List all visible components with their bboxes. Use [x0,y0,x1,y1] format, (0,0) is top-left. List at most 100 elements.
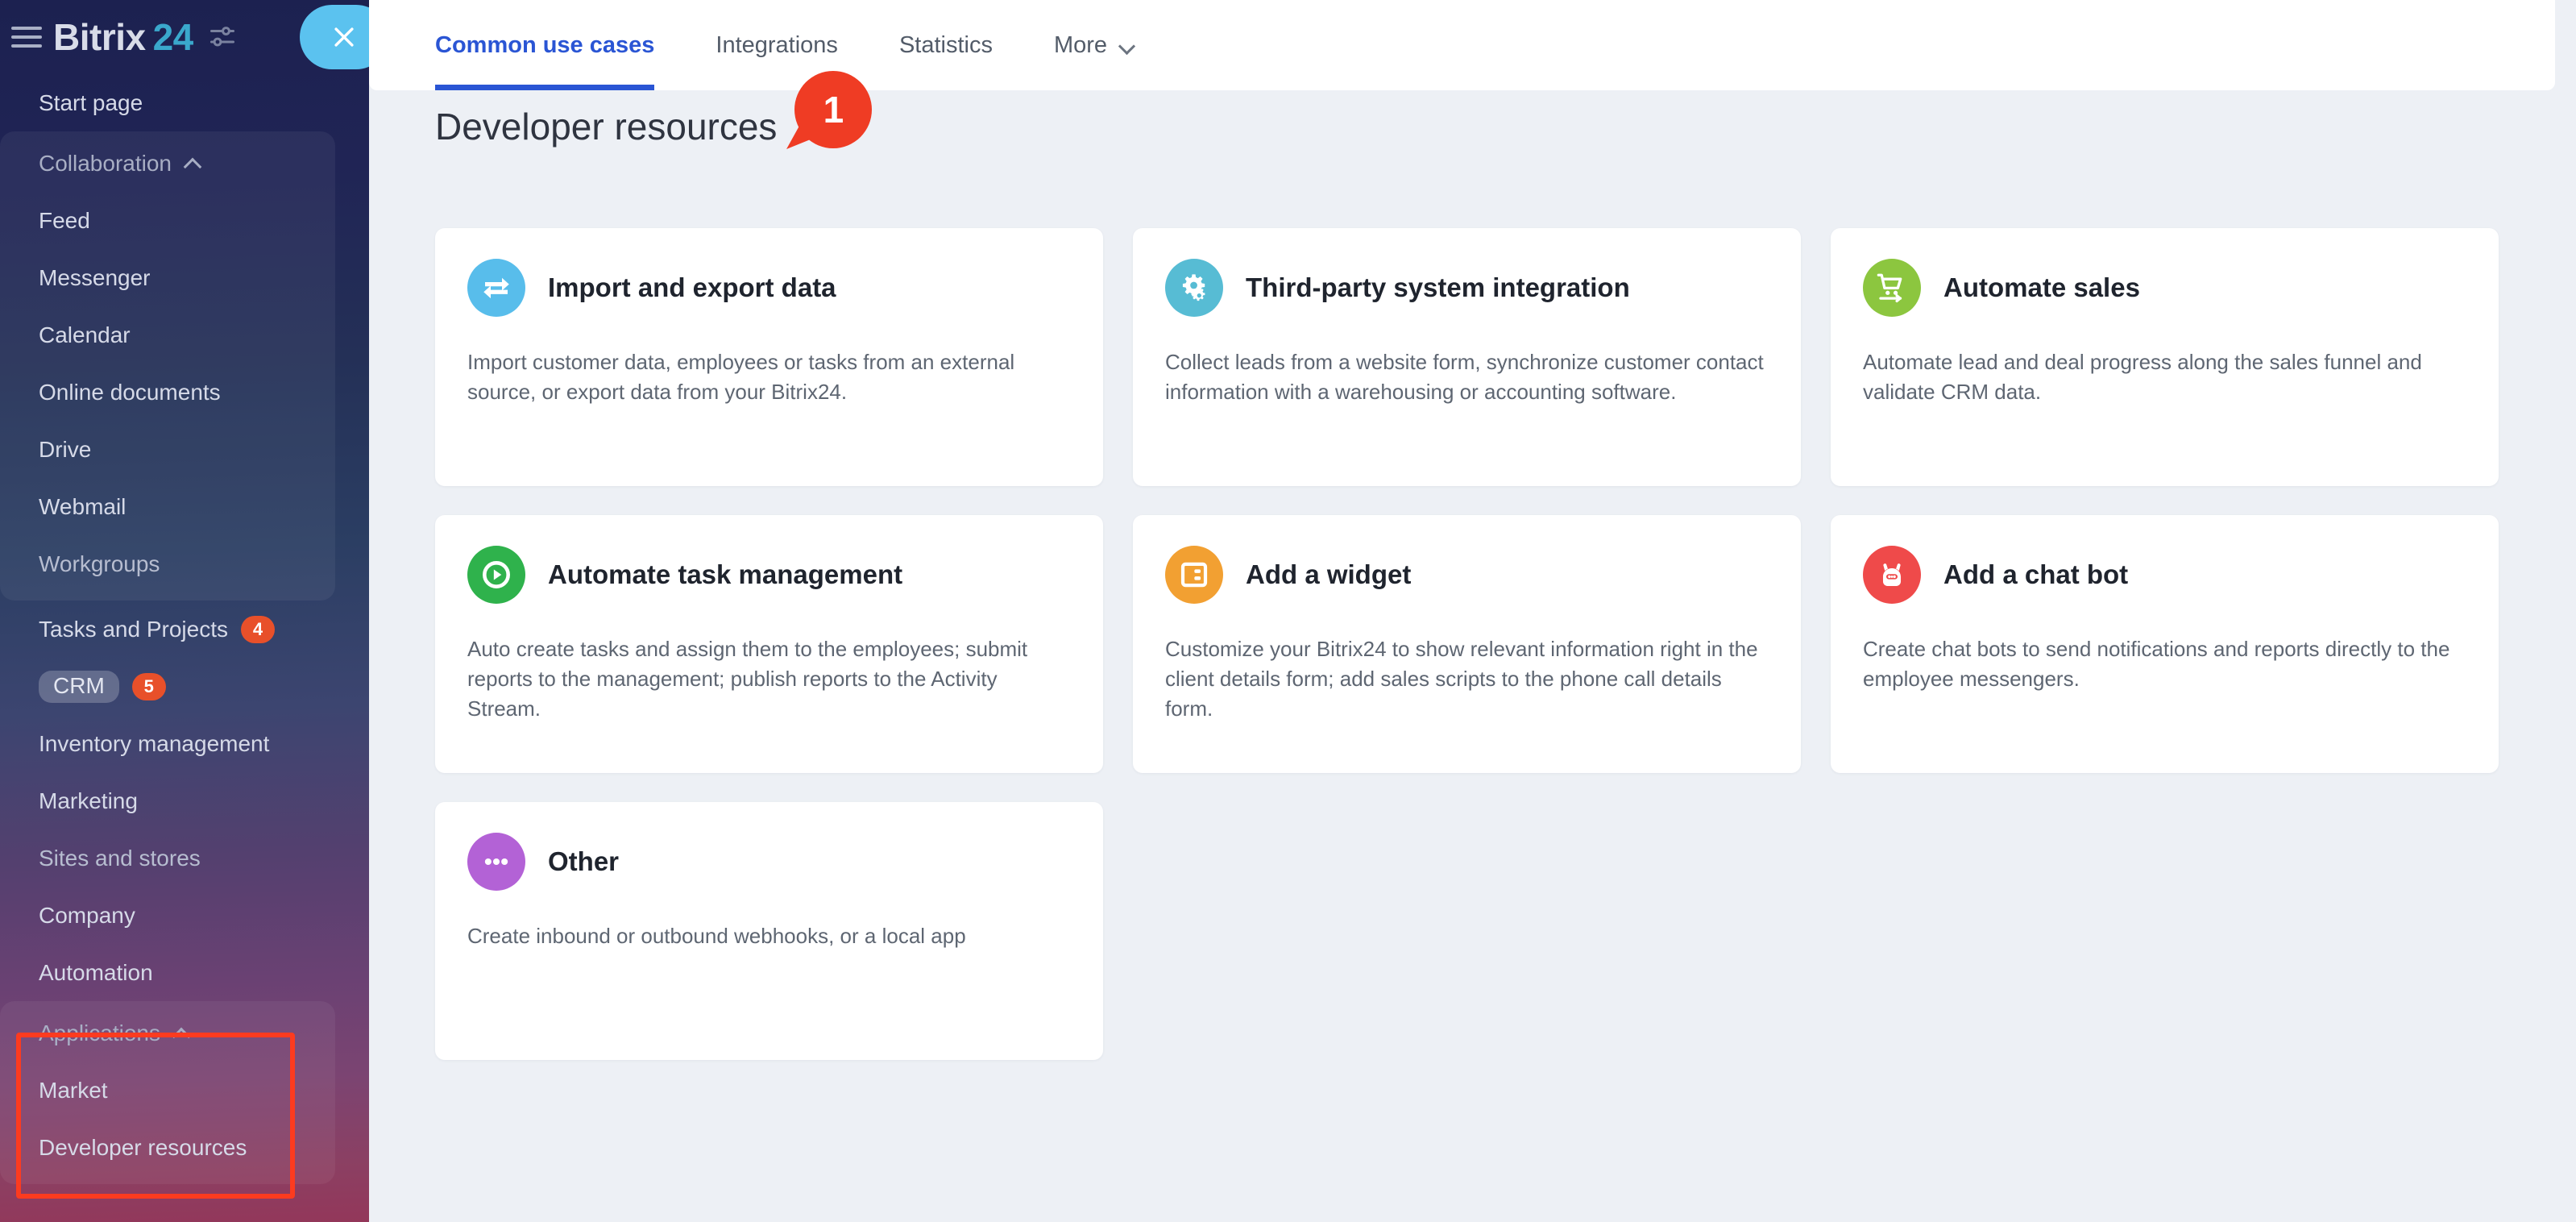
sidebar-nav: Start page Collaboration Feed Messenger … [0,74,369,1184]
application-window: Bitrix 24 Start page Collaboration Feed … [0,0,2576,1222]
sidebar-group-label: Collaboration [39,150,172,176]
gears-icon [1165,259,1223,317]
ellipsis-icon [467,833,525,891]
sidebar-item-label: Workgroups [39,551,160,576]
sidebar-group-applications: Applications Market Developer resources [0,1001,335,1184]
sidebar-item-workgroups[interactable]: Workgroups [0,535,335,592]
card-import-and-export-data[interactable]: Import and export data Import customer d… [435,228,1103,486]
card-header: Add a widget [1165,546,1769,604]
status-badge: 5 [131,672,166,700]
card-add-a-chat-bot[interactable]: Add a chat bot Create chat bots to send … [1831,515,2499,773]
sidebar-item-market[interactable]: Market [0,1062,335,1119]
sidebar-item-label: CRM [39,670,119,703]
card-automate-sales[interactable]: Automate sales Automate lead and deal pr… [1831,228,2499,486]
card-description: Create inbound or outbound webhooks, or … [467,924,966,948]
tab-label: More [1053,31,1108,58]
card-description: Customize your Bitrix24 to show relevant… [1165,637,1758,721]
sidebar-item-inventory-management[interactable]: Inventory management [0,715,369,772]
sliders-icon[interactable] [208,23,237,52]
sidebar-item-online-documents[interactable]: Online documents [0,364,335,421]
use-case-card-grid: Import and export data Import customer d… [435,228,2499,1060]
sidebar-item-label: Tasks and Projects [39,616,228,642]
exchange-arrows-icon [467,259,525,317]
logo-number: 24 [152,16,194,58]
card-description: Collect leads from a website form, synch… [1165,350,1764,404]
sidebar-item-label: Webmail [39,493,127,519]
sidebar-item-label: Messenger [39,264,151,290]
sidebar-item-calendar[interactable]: Calendar [0,306,335,364]
bitrix24-logo[interactable]: Bitrix 24 [53,15,193,59]
sidebar-item-developer-resources[interactable]: Developer resources [0,1119,335,1176]
sidebar: Bitrix 24 Start page Collaboration Feed … [0,0,369,1222]
close-panel-button[interactable] [300,5,369,69]
tab-label: Common use cases [435,31,655,58]
sidebar-group-collaboration: Collaboration Feed Messenger Calendar On… [0,131,335,601]
tab-common-use-cases[interactable]: Common use cases [435,0,685,90]
chevron-up-icon [185,158,202,168]
page-header: Developer resources 1 [369,71,873,148]
card-title: Third-party system integration [1246,272,1630,302]
sidebar-item-label: Inventory management [39,730,270,756]
tab-bar: Common use cases Integrations Statistics… [369,0,2555,90]
card-add-a-widget[interactable]: Add a widget Customize your Bitrix24 to … [1133,515,1801,773]
chevron-up-icon [173,1028,191,1038]
card-title: Other [548,846,620,876]
sidebar-item-label: Sites and stores [39,845,201,871]
sidebar-item-webmail[interactable]: Webmail [0,478,335,535]
sidebar-item-label: Company [39,902,135,928]
card-title: Automate task management [548,559,903,589]
card-description: Auto create tasks and assign them to the… [467,637,1028,721]
card-header: Automate task management [467,546,1071,604]
sidebar-item-label: Feed [39,207,90,233]
hamburger-menu-icon[interactable] [11,25,42,49]
sidebar-item-feed[interactable]: Feed [0,192,335,249]
card-description: Automate lead and deal progress along th… [1863,350,2422,404]
shopping-cart-icon [1863,259,1921,317]
card-description: Import customer data, employees or tasks… [467,350,1015,404]
logo-brand: Bitrix [53,16,146,58]
widget-panel-icon [1165,546,1223,604]
sidebar-item-label: Marketing [39,788,138,813]
card-automate-task-management[interactable]: Automate task management Auto create tas… [435,515,1103,773]
sidebar-group-label: Applications [39,1020,160,1045]
card-title: Import and export data [548,272,836,302]
tab-more[interactable]: More [1023,0,1167,90]
card-description: Create chat bots to send notifications a… [1863,637,2450,691]
play-circle-icon [467,546,525,604]
card-third-party-system-integration[interactable]: Third-party system integration Collect l… [1133,228,1801,486]
tab-label: Statistics [898,31,993,58]
tab-statistics[interactable]: Statistics [869,0,1023,90]
sidebar-item-label: Online documents [39,379,221,405]
sidebar-item-marketing[interactable]: Marketing [0,772,369,829]
sidebar-group-header-applications[interactable]: Applications [0,1004,335,1062]
sidebar-item-automation[interactable]: Automation [0,944,369,1001]
card-header: Third-party system integration [1165,259,1769,317]
sidebar-item-sites-and-stores[interactable]: Sites and stores [0,829,369,887]
tab-label: Integrations [716,31,838,58]
card-header: Automate sales [1863,259,2466,317]
sidebar-item-label: Start page [39,89,143,115]
sidebar-item-tasks-and-projects[interactable]: Tasks and Projects 4 [0,601,369,658]
status-badge: 4 [241,615,275,643]
sidebar-header: Bitrix 24 [0,0,369,74]
card-header: Other [467,833,1071,891]
sidebar-item-label: Automation [39,959,153,985]
sidebar-item-company[interactable]: Company [0,887,369,944]
main-content: Common use cases Integrations Statistics… [369,0,2576,1222]
card-title: Add a widget [1246,559,1412,589]
sidebar-group-header-collaboration[interactable]: Collaboration [0,135,335,192]
sidebar-item-label: Market [39,1077,108,1103]
card-header: Import and export data [467,259,1071,317]
sidebar-item-messenger[interactable]: Messenger [0,249,335,306]
sidebar-item-drive[interactable]: Drive [0,421,335,478]
sidebar-item-crm[interactable]: CRM 5 [0,658,369,715]
sidebar-item-label: Drive [39,436,92,462]
sidebar-item-label: Developer resources [39,1134,247,1160]
sidebar-item-start-page[interactable]: Start page [0,74,369,131]
sidebar-item-label: Calendar [39,322,131,347]
card-title: Automate sales [1943,272,2140,302]
page-title: Developer resources [435,106,778,148]
card-other[interactable]: Other Create inbound or outbound webhook… [435,802,1103,1060]
card-header: Add a chat bot [1863,546,2466,604]
card-title: Add a chat bot [1943,559,2129,589]
